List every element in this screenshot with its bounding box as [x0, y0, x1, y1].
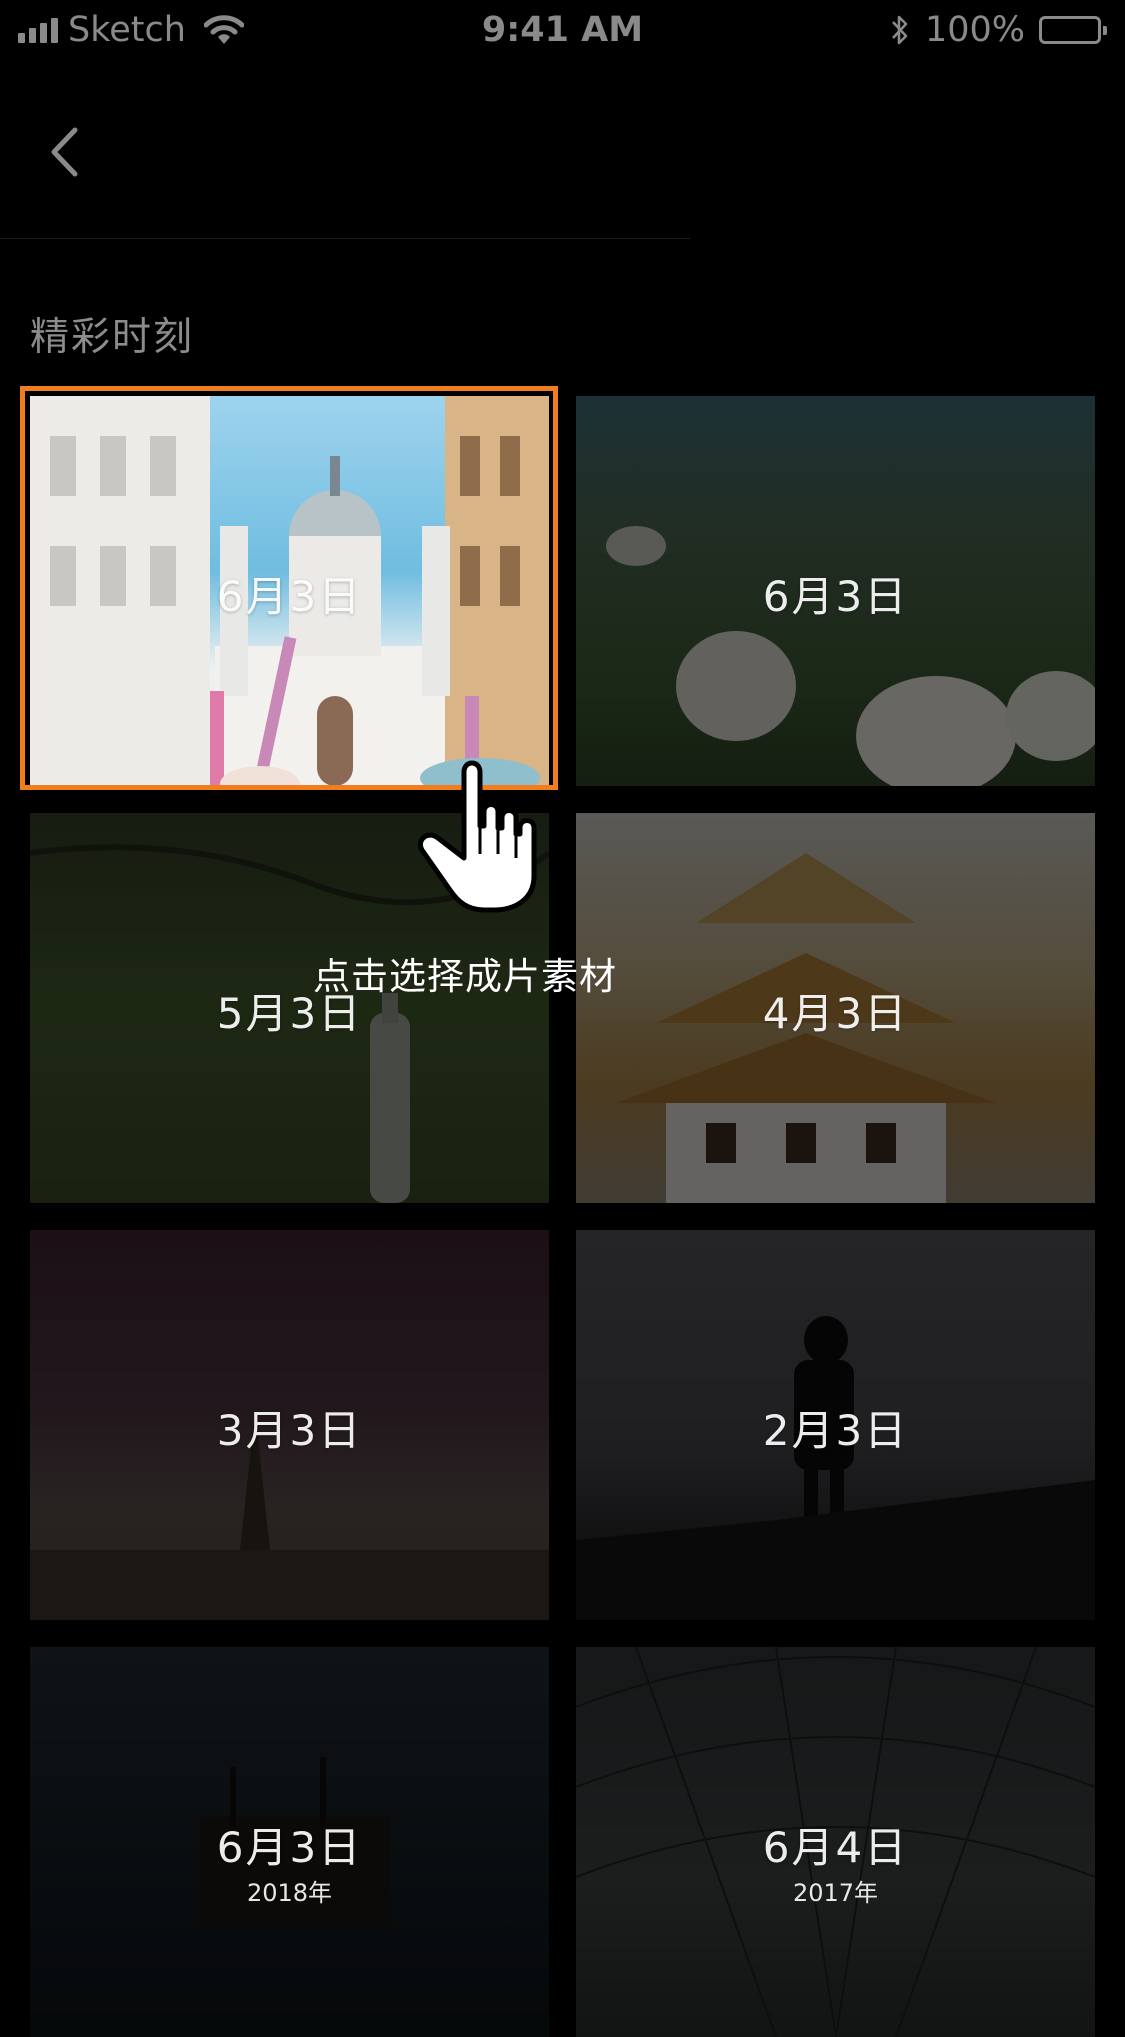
tap-hand-icon: [418, 760, 537, 913]
moment-tile[interactable]: 6月3日: [576, 396, 1095, 786]
tap-hint-text: 点击选择成片素材: [313, 955, 617, 998]
moment-tile[interactable]: 2月3日: [576, 1230, 1095, 1620]
bluetooth-icon: [891, 15, 908, 45]
moment-tile[interactable]: 3月3日: [30, 1230, 549, 1620]
chevron-left-icon: [51, 127, 78, 177]
back-button[interactable]: [44, 122, 84, 182]
moment-tile[interactable]: 4月3日: [576, 813, 1095, 1203]
tile-year: 2017年: [792, 1879, 879, 1907]
moment-tile[interactable]: 6月3日 2018年: [30, 1647, 549, 2037]
tile-date: 6月3日: [216, 1823, 363, 1872]
tile-date: 6月4日: [762, 1823, 909, 1872]
tile-year: 2018年: [246, 1879, 333, 1907]
battery-icon: [1039, 16, 1107, 44]
section-title: 精彩时刻: [30, 315, 195, 360]
tile-date: 6月3日: [216, 572, 363, 621]
nav-divider: [0, 238, 690, 239]
battery-percent: 100%: [924, 10, 1025, 50]
moment-tile[interactable]: 6月4日 2017年: [576, 1647, 1095, 2037]
moment-tile[interactable]: 6月3日: [30, 396, 549, 786]
tile-date: 6月3日: [762, 572, 909, 621]
status-bar: Sketch 9:41 AM 100%: [0, 0, 1125, 62]
tile-date: 2月3日: [762, 1406, 909, 1455]
tile-date: 4月3日: [762, 989, 909, 1038]
status-right: 100%: [889, 10, 1107, 50]
tile-date: 3月3日: [216, 1406, 363, 1455]
